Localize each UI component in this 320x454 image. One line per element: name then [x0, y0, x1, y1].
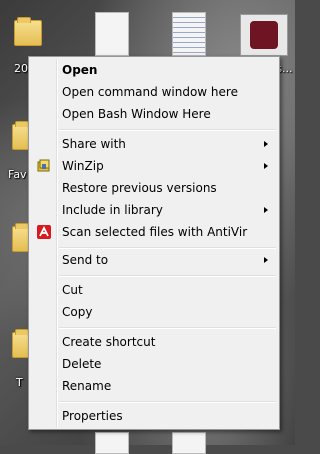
menu-separator — [59, 129, 276, 131]
menu-separator — [59, 401, 276, 403]
submenu-arrow-icon — [264, 163, 268, 169]
image-file-icon[interactable] — [240, 14, 288, 56]
menu-item-copy[interactable]: Copy — [31, 301, 277, 323]
submenu-arrow-icon — [264, 207, 268, 213]
menu-item-open-bash-window[interactable]: Open Bash Window Here — [31, 103, 277, 125]
menu-item-include-in-library[interactable]: Include in library — [31, 199, 277, 221]
document-icon[interactable] — [172, 432, 206, 454]
menu-item-rename[interactable]: Rename — [31, 375, 277, 397]
menu-item-open[interactable]: Open — [31, 59, 277, 81]
menu-item-scan-antivir[interactable]: Scan selected files with AntiVir — [31, 221, 277, 243]
text-document-icon[interactable] — [172, 12, 206, 56]
menu-item-send-to[interactable]: Send to — [31, 249, 277, 271]
desktop-label: Fav — [8, 168, 27, 181]
menu-item-cut[interactable]: Cut — [31, 279, 277, 301]
context-menu: Open Open command window here Open Bash … — [28, 56, 280, 430]
antivir-icon — [36, 224, 52, 240]
menu-item-delete[interactable]: Delete — [31, 353, 277, 375]
menu-separator — [59, 327, 276, 329]
document-icon[interactable] — [95, 432, 129, 454]
winzip-icon — [36, 158, 52, 174]
menu-item-properties[interactable]: Properties — [31, 405, 277, 427]
menu-separator — [59, 275, 276, 277]
menu-item-restore-previous-versions[interactable]: Restore previous versions — [31, 177, 277, 199]
folder-icon[interactable] — [14, 17, 42, 46]
menu-item-create-shortcut[interactable]: Create shortcut — [31, 331, 277, 353]
desktop-label: 20 — [14, 62, 28, 75]
menu-item-winzip[interactable]: WinZip — [31, 155, 277, 177]
menu-item-share-with[interactable]: Share with — [31, 133, 277, 155]
desktop-label: T — [16, 376, 23, 389]
submenu-arrow-icon — [264, 141, 268, 147]
document-icon[interactable] — [95, 12, 129, 56]
menu-item-open-command-window[interactable]: Open command window here — [31, 81, 277, 103]
submenu-arrow-icon — [264, 257, 268, 263]
